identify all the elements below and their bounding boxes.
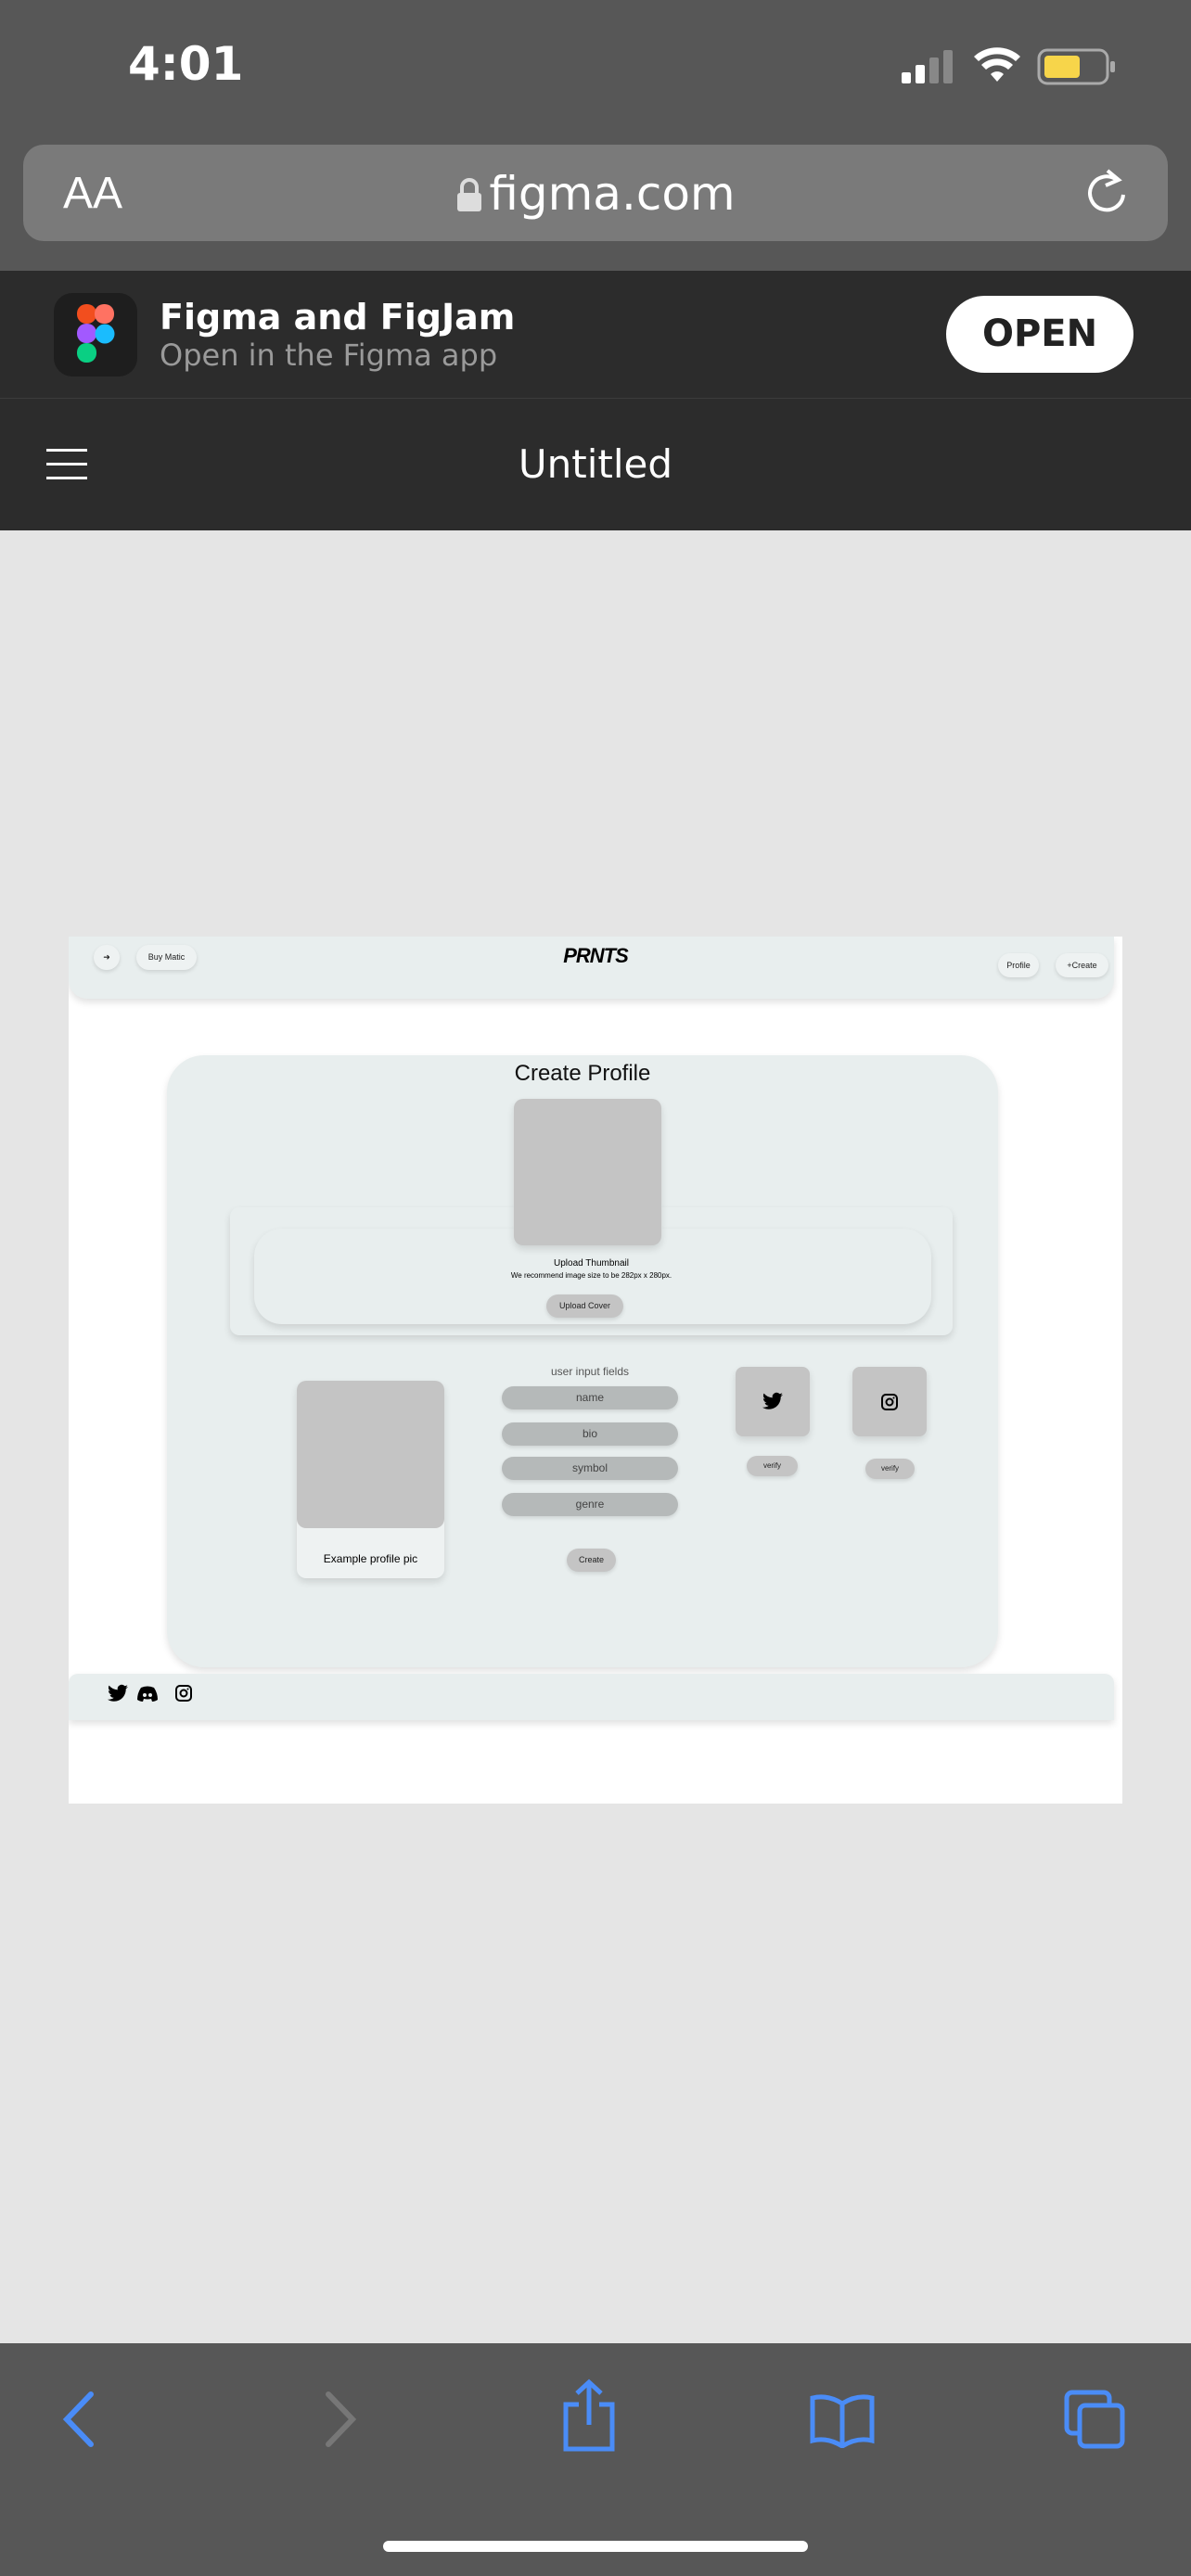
forward-icon[interactable] — [321, 2391, 358, 2448]
banner-subtitle: Open in the Figma app — [160, 338, 498, 373]
symbol-field[interactable]: symbol — [502, 1457, 678, 1480]
reload-icon[interactable] — [1083, 165, 1130, 217]
status-time: 4:01 — [128, 37, 244, 91]
card-title: Create Profile — [514, 1061, 651, 1086]
figma-app-icon — [54, 293, 137, 376]
upload-thumbnail-label: Upload Thumbnail — [554, 1258, 629, 1269]
profile-pic-label: Example profile pic — [323, 1552, 418, 1565]
proto-footer — [69, 1674, 1114, 1720]
prnts-logo[interactable]: PRNTS — [549, 944, 642, 968]
domain-text: figma.com — [489, 167, 736, 221]
profile-pic-placeholder[interactable] — [297, 1381, 444, 1528]
instagram-icon[interactable] — [174, 1684, 193, 1702]
open-app-button[interactable]: OPEN — [946, 296, 1133, 373]
bookmarks-icon[interactable] — [809, 2392, 876, 2448]
figma-logo-icon — [77, 304, 115, 363]
wifi-icon — [974, 47, 1020, 82]
home-indicator[interactable] — [383, 2541, 808, 2552]
logout-button[interactable]: ➜ — [94, 945, 120, 970]
lock-icon — [457, 178, 482, 211]
fields-label: user input fields — [550, 1365, 630, 1378]
instagram-connect-box[interactable] — [852, 1367, 927, 1436]
create-nav-button[interactable]: +Create — [1056, 953, 1108, 977]
twitter-connect-box[interactable] — [736, 1367, 810, 1436]
upload-cover-button[interactable]: Upload Cover — [546, 1294, 623, 1318]
signal-icon — [902, 50, 953, 83]
tabs-icon[interactable] — [1063, 2389, 1128, 2450]
verify-twitter-button[interactable]: verify — [747, 1456, 798, 1476]
back-icon[interactable] — [61, 2391, 98, 2448]
genre-field[interactable]: genre — [502, 1493, 678, 1516]
verify-instagram-button[interactable]: verify — [865, 1459, 915, 1479]
thumbnail-placeholder[interactable] — [514, 1099, 661, 1245]
twitter-icon — [762, 1392, 783, 1409]
share-icon[interactable] — [560, 2378, 618, 2453]
url-domain[interactable]: figma.com — [0, 167, 1191, 221]
prototype-frame: ➜ Buy Matic PRNTS Profile +Create Create… — [69, 937, 1122, 1804]
file-title: Untitled — [518, 441, 673, 487]
discord-icon[interactable] — [137, 1686, 158, 1702]
buy-matic-button[interactable]: Buy Matic — [136, 945, 197, 970]
battery-icon — [1037, 48, 1115, 85]
banner-title: Figma and FigJam — [160, 297, 516, 338]
instagram-icon — [881, 1394, 898, 1410]
image-size-hint: We recommend image size to be 282px x 28… — [510, 1271, 672, 1280]
bio-field[interactable]: bio — [502, 1422, 678, 1446]
logout-icon: ➜ — [103, 952, 110, 962]
profile-button[interactable]: Profile — [998, 953, 1039, 977]
create-button[interactable]: Create — [567, 1549, 616, 1572]
name-field[interactable]: name — [502, 1386, 678, 1409]
twitter-icon[interactable] — [108, 1684, 128, 1702]
